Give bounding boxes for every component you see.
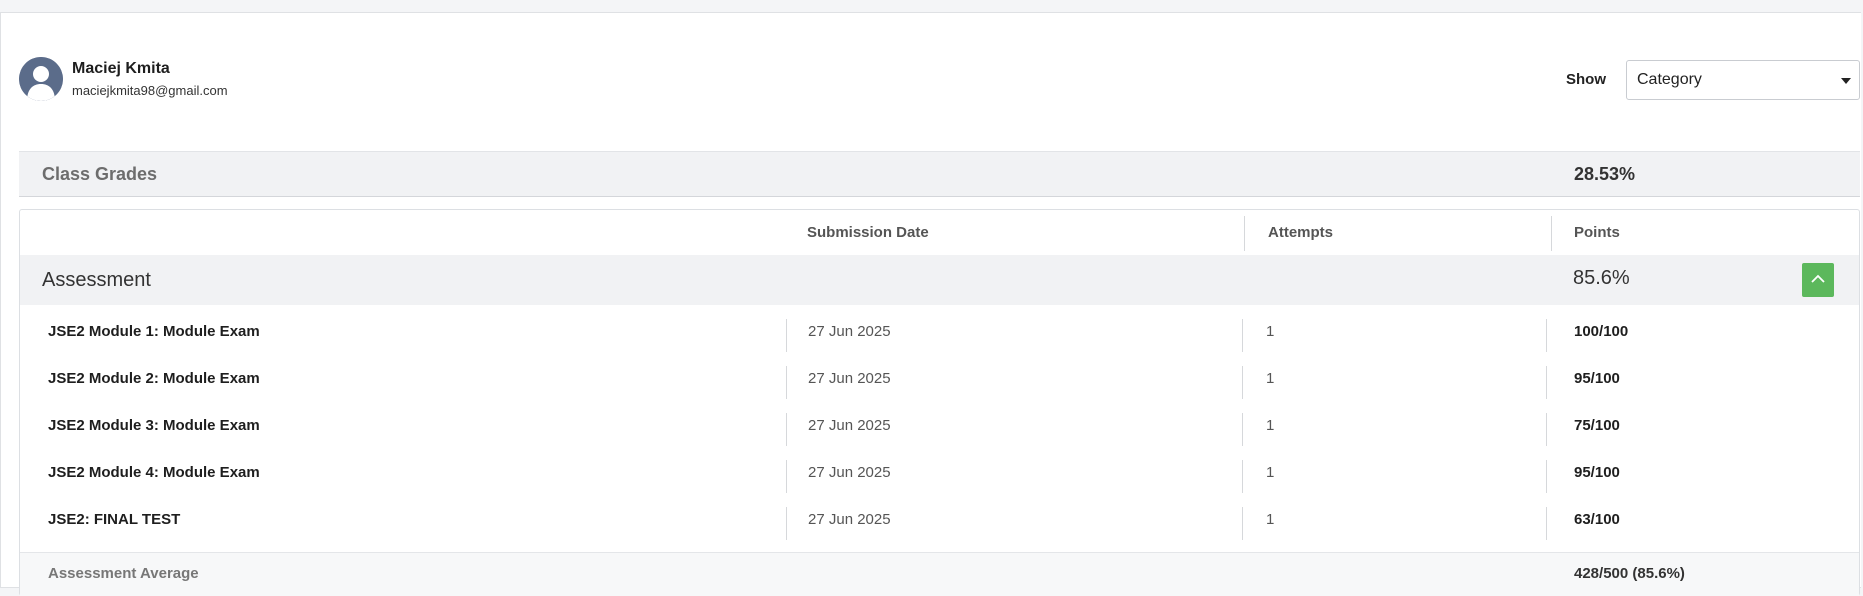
points-value: 63/100 [1574,511,1620,528]
column-divider [1546,413,1547,446]
attempts-count: 1 [1266,417,1275,434]
assignment-title: JSE2 Module 2: Module Exam [48,370,260,387]
column-header-submission-date: Submission Date [807,224,929,241]
grades-panel: Maciej Kmita maciejkmita98@gmail.com Sho… [0,12,1861,596]
column-divider [1546,507,1547,540]
submission-date: 27 Jun 2025 [808,511,891,528]
submission-date: 27 Jun 2025 [808,370,891,387]
column-divider [1546,460,1547,493]
column-divider [786,366,787,399]
user-name: Maciej Kmita [72,60,170,77]
attempts-count: 1 [1266,323,1275,340]
show-label: Show [1566,71,1606,88]
table-row: JSE2: FINAL TEST 27 Jun 2025 1 63/100 [20,496,1859,543]
points-value: 100/100 [1574,323,1629,340]
show-select[interactable]: Category [1626,60,1860,100]
column-divider [1242,319,1243,352]
chevron-up-icon [1811,274,1825,283]
column-divider [1551,216,1552,251]
column-divider [786,319,787,352]
attempts-count: 1 [1266,370,1275,387]
column-divider [1244,216,1245,251]
submission-date: 27 Jun 2025 [808,417,891,434]
points-value: 95/100 [1574,464,1620,481]
table-row: JSE2 Module 1: Module Exam 27 Jun 2025 1… [20,308,1859,355]
attempts-count: 1 [1266,511,1275,528]
column-divider [786,413,787,446]
grades-table: Submission Date Attempts Points Assessme… [19,209,1860,596]
column-divider [1242,366,1243,399]
assessment-average-row: Assessment Average 428/500 (85.6%) [20,552,1859,596]
collapse-category-button[interactable] [1802,263,1834,297]
table-row: JSE2 Module 2: Module Exam 27 Jun 2025 1… [20,355,1859,402]
assignment-title: JSE2: FINAL TEST [48,511,181,528]
class-grades-value: 28.53% [1574,164,1636,184]
submission-date: 27 Jun 2025 [808,323,891,340]
column-divider [1546,319,1547,352]
assignment-title: JSE2 Module 3: Module Exam [48,417,260,434]
caret-down-icon [1841,78,1851,84]
assignment-title: JSE2 Module 1: Module Exam [48,323,260,340]
avatar [19,57,63,101]
column-divider [1546,366,1547,399]
average-value: 428/500 (85.6%) [1574,565,1685,582]
user-silhouette-icon [19,57,63,101]
column-divider [1242,460,1243,493]
column-divider [1242,413,1243,446]
submission-date: 27 Jun 2025 [808,464,891,481]
column-divider [1242,507,1243,540]
class-grades-bar: Class Grades 28.53% [19,151,1860,197]
category-name: Assessment [42,269,151,291]
average-label: Assessment Average [48,565,199,582]
column-header-points: Points [1574,224,1620,241]
assignment-title: JSE2 Module 4: Module Exam [48,464,260,481]
class-grades-title: Class Grades [42,164,158,184]
column-divider [786,460,787,493]
table-header: Submission Date Attempts Points [20,210,1859,255]
table-row: JSE2 Module 4: Module Exam 27 Jun 2025 1… [20,449,1859,496]
show-select-value: Category [1637,71,1702,88]
user-info: Maciej Kmita maciejkmita98@gmail.com [19,57,228,101]
points-value: 95/100 [1574,370,1620,387]
points-value: 75/100 [1574,417,1620,434]
column-divider [786,507,787,540]
table-row: JSE2 Module 3: Module Exam 27 Jun 2025 1… [20,402,1859,449]
category-row-assessment: Assessment 85.6% [20,255,1859,305]
attempts-count: 1 [1266,464,1275,481]
user-email: maciejkmita98@gmail.com [72,83,228,98]
category-percent: 85.6% [1573,267,1630,289]
column-header-attempts: Attempts [1268,224,1334,241]
